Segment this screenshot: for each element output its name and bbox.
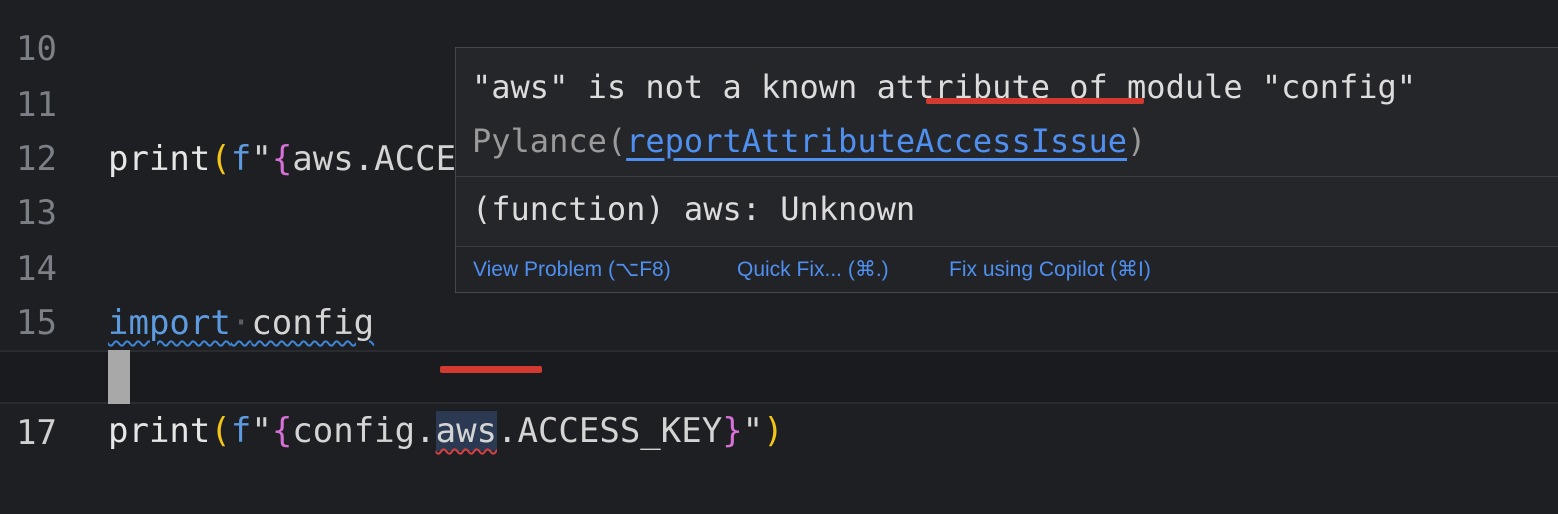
diagnostic-message: "aws" is not a known attribute of module…	[472, 60, 1552, 168]
annotation-underline	[440, 366, 542, 373]
quick-fix-button[interactable]: Quick Fix... (⌘.)	[737, 255, 889, 285]
paren: (	[210, 411, 231, 451]
code-line-17: 17	[0, 350, 1558, 453]
fstring-prefix: f	[230, 411, 252, 451]
diagnostic-source: Pylance	[472, 122, 607, 160]
paren: )	[763, 411, 784, 451]
paren: (	[606, 122, 627, 160]
fstring-expression: .ACCESS_KEY	[497, 411, 723, 451]
string-quote: "	[251, 411, 272, 451]
code-line-10: 10	[0, 0, 1558, 69]
brace: }	[722, 411, 743, 451]
code-content[interactable]: print(f"{config.aws.ACCESS_KEY}")	[108, 404, 784, 458]
rule-link[interactable]: reportAttributeAccessIssue	[626, 122, 1127, 160]
function-name: print	[108, 411, 211, 451]
code-line-16: 16 print(f"{config.aws.ACCESS_KEY}")	[0, 296, 1558, 451]
paren: )	[1127, 122, 1147, 160]
hover-actions: View Problem (⌥F8) Quick Fix... (⌘.) Fix…	[456, 246, 1558, 292]
text-cursor	[108, 350, 130, 404]
divider	[456, 176, 1558, 177]
hover-popup: "aws" is not a known attribute of module…	[455, 47, 1558, 293]
fstring-expression: config.	[292, 411, 436, 451]
annotation-underline	[926, 98, 1144, 104]
code-editor[interactable]: 10 11 print(f"{aws.ACCESS_KEY}") 12 13 1…	[0, 0, 1558, 453]
line-number: 17	[16, 413, 57, 453]
message-text: "aws" is not a known	[472, 68, 877, 106]
string-quote: "	[742, 411, 764, 451]
fix-using-copilot-button[interactable]: Fix using Copilot (⌘I)	[949, 255, 1151, 285]
type-signature: (function) aws: Unknown	[472, 190, 916, 228]
error-token[interactable]: aws	[435, 411, 498, 451]
view-problem-button[interactable]: View Problem (⌥F8)	[473, 255, 671, 285]
brace: {	[271, 411, 293, 451]
